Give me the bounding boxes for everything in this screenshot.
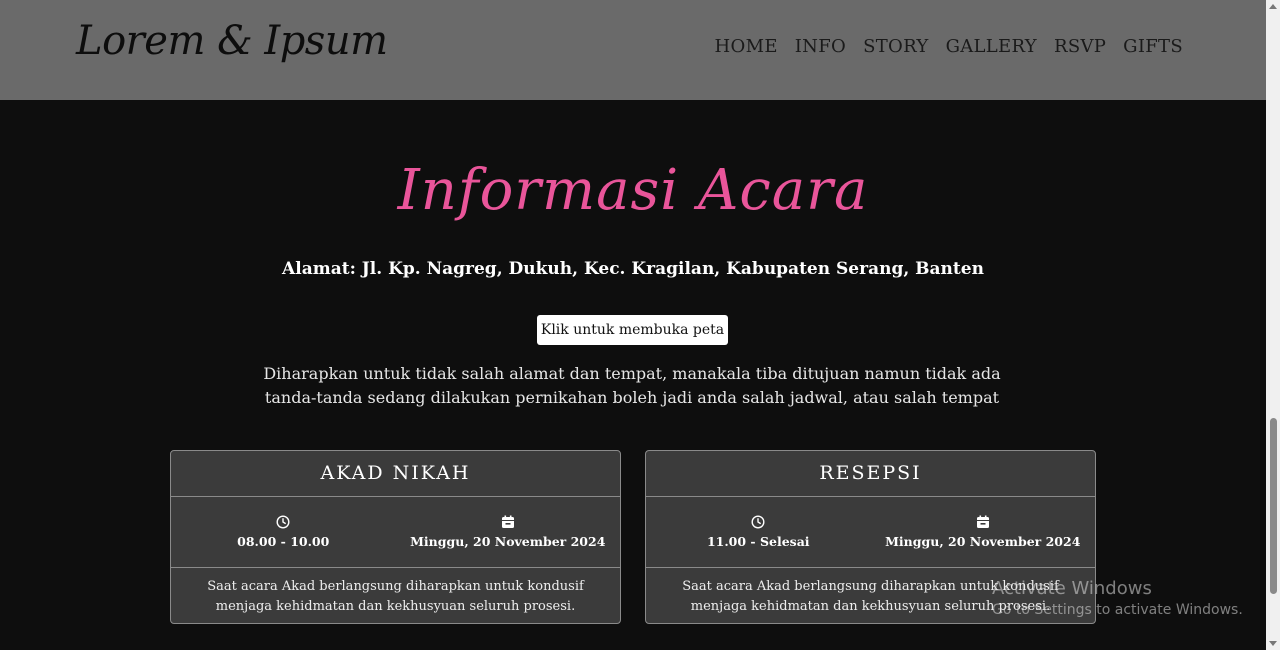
clock-icon xyxy=(276,515,290,529)
calendar-icon xyxy=(501,515,515,529)
event-date: Minggu, 20 November 2024 xyxy=(410,534,606,549)
watermark-title: Activate Windows xyxy=(992,578,1152,599)
date-block: Minggu, 20 November 2024 xyxy=(871,497,1096,567)
nav-info[interactable]: INFO xyxy=(795,36,846,57)
nav-story[interactable]: STORY xyxy=(863,36,928,57)
card-details: 11.00 - Selesai Minggu, 20 November 2024 xyxy=(646,497,1095,568)
event-time: 11.00 - Selesai xyxy=(706,534,810,549)
time-block: 11.00 - Selesai xyxy=(646,497,871,567)
brand-logo[interactable]: Lorem & Ipsum xyxy=(76,18,388,64)
scrollbar-thumb[interactable] xyxy=(1270,418,1277,594)
card-title: RESEPSI xyxy=(646,451,1095,497)
date-block: Minggu, 20 November 2024 xyxy=(396,497,621,567)
card-title: AKAD NIKAH xyxy=(171,451,620,497)
open-map-button[interactable]: Klik untuk membuka peta xyxy=(537,315,728,345)
nav-rsvp[interactable]: RSVP xyxy=(1054,36,1106,57)
nav-gallery[interactable]: GALLERY xyxy=(946,36,1037,57)
event-address: Alamat: Jl. Kp. Nagreg, Dukuh, Kec. Krag… xyxy=(282,259,984,279)
watermark-subtitle: Go to Settings to activate Windows. xyxy=(992,602,1243,618)
activate-windows-watermark: Activate Windows Go to Settings to activ… xyxy=(992,578,1243,618)
calendar-icon xyxy=(976,515,990,529)
akad-nikah-card: AKAD NIKAH 08.00 - 10.00 Minggu, 20 Nove… xyxy=(170,450,621,624)
event-date: Minggu, 20 November 2024 xyxy=(885,534,1081,549)
card-description: Saat acara Akad berlangsung diharapkan u… xyxy=(207,579,584,614)
notice-text: Diharapkan untuk tidak salah alamat dan … xyxy=(263,364,1001,407)
scroll-up-arrow-icon[interactable] xyxy=(1269,4,1277,9)
main-nav: HOME INFO STORY GALLERY RSVP GIFTS xyxy=(715,36,1183,57)
vertical-scrollbar[interactable] xyxy=(1266,0,1280,650)
nav-gifts[interactable]: GIFTS xyxy=(1123,36,1183,57)
event-time: 08.00 - 10.00 xyxy=(237,534,330,549)
card-details: 08.00 - 10.00 Minggu, 20 November 2024 xyxy=(171,497,620,568)
scroll-down-arrow-icon[interactable] xyxy=(1269,641,1277,646)
time-block: 08.00 - 10.00 xyxy=(171,497,396,567)
navbar: Lorem & Ipsum HOME INFO STORY GALLERY RS… xyxy=(0,0,1280,100)
clock-icon xyxy=(751,515,765,529)
nav-home[interactable]: HOME xyxy=(715,36,778,57)
section-title: Informasi Acara xyxy=(397,158,869,223)
